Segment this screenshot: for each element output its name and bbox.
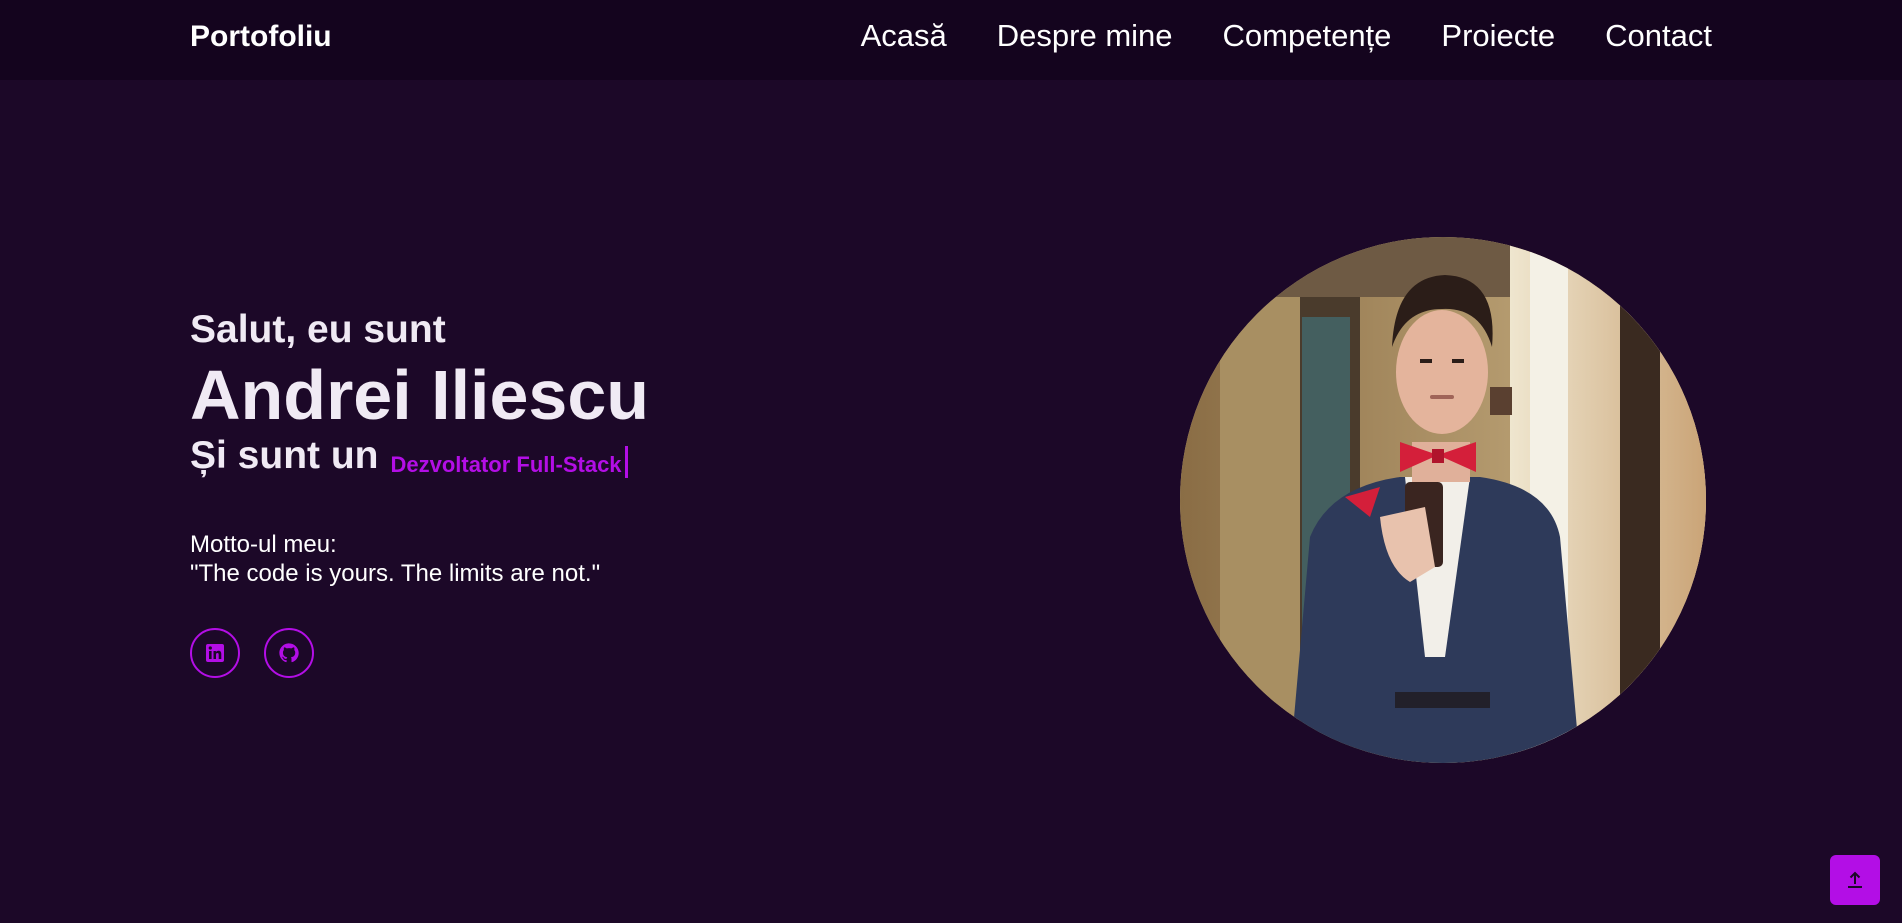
linkedin-icon bbox=[206, 644, 224, 662]
hero-name: Andrei Iliescu bbox=[190, 356, 650, 434]
github-button[interactable] bbox=[264, 628, 314, 678]
navbar: Portofoliu Acasă Despre mine Competențe … bbox=[0, 0, 1902, 80]
hero-role-typed: Dezvoltator Full-Stack bbox=[390, 452, 622, 477]
nav-link-home[interactable]: Acasă bbox=[861, 16, 947, 56]
hero-greeting: Salut, eu sunt bbox=[190, 308, 446, 351]
hero-role-prefix: Și sunt un bbox=[190, 434, 379, 477]
typing-cursor bbox=[624, 446, 628, 478]
nav-menu: Acasă Despre mine Competențe Proiecte Co… bbox=[861, 16, 1712, 56]
profile-photo bbox=[1180, 237, 1706, 763]
profile-illustration bbox=[1180, 237, 1706, 763]
motto-block: Motto-ul meu: "The code is yours. The li… bbox=[190, 530, 990, 588]
hero-role-line: Și sunt un Dezvoltator Full-Stack bbox=[190, 431, 990, 486]
social-links bbox=[190, 628, 990, 678]
motto-text: "The code is yours. The limits are not." bbox=[190, 560, 601, 587]
nav-link-skills[interactable]: Competențe bbox=[1223, 16, 1392, 56]
nav-link-about[interactable]: Despre mine bbox=[997, 16, 1173, 56]
nav-link-projects[interactable]: Proiecte bbox=[1441, 16, 1555, 56]
arrow-up-icon bbox=[1848, 871, 1862, 888]
github-icon bbox=[279, 643, 299, 663]
hero-section: Salut, eu sunt Andrei Iliescu Și sunt un… bbox=[190, 305, 990, 678]
brand-logo[interactable]: Portofoliu bbox=[190, 18, 332, 56]
scroll-to-top-button[interactable] bbox=[1830, 855, 1880, 905]
motto-label: Motto-ul meu: bbox=[190, 531, 337, 558]
linkedin-button[interactable] bbox=[190, 628, 240, 678]
nav-link-contact[interactable]: Contact bbox=[1605, 16, 1712, 56]
